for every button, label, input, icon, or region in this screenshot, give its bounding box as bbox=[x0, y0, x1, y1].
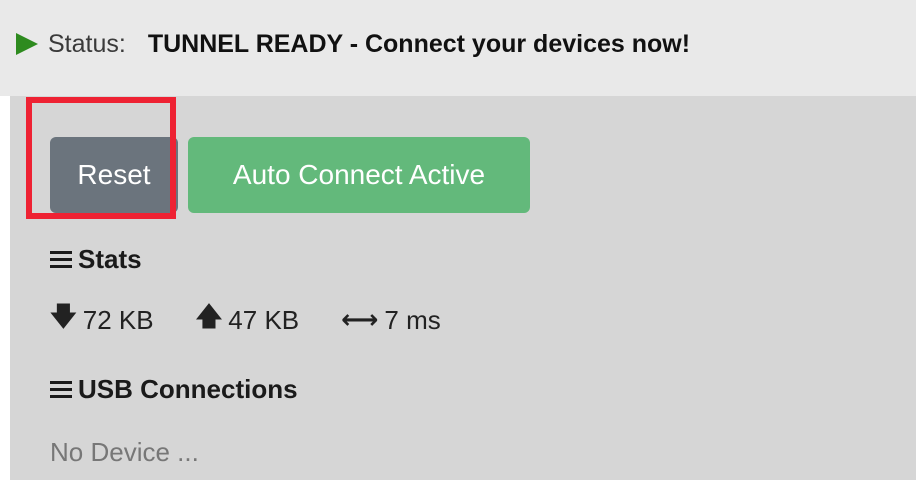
bars-icon bbox=[50, 380, 72, 398]
stats-row: 🡇 72 KB 🡅 47 KB ⟷ 7 ms bbox=[50, 300, 441, 340]
stat-upload: 🡅 47 KB bbox=[196, 298, 300, 342]
arrow-left-right-icon: ⟷ bbox=[341, 305, 379, 335]
status-label: Status: bbox=[48, 29, 126, 58]
status-value: TUNNEL READY - Connect your devices now! bbox=[147, 29, 691, 58]
arrow-up-icon: 🡅 bbox=[195, 302, 223, 332]
usb-heading: USB Connections bbox=[50, 372, 298, 406]
play-icon bbox=[16, 33, 38, 55]
stats-heading: Stats bbox=[50, 242, 142, 276]
status-line: Status: TUNNEL READY - Connect your devi… bbox=[16, 24, 690, 64]
stat-latency: ⟷ 7 ms bbox=[341, 305, 441, 336]
auto-connect-button[interactable]: Auto Connect Active bbox=[188, 137, 530, 213]
stats-title: Stats bbox=[78, 243, 142, 274]
arrow-down-icon: 🡇 bbox=[50, 302, 77, 332]
highlight-box bbox=[26, 97, 176, 219]
stat-download: 🡇 72 KB bbox=[50, 298, 154, 342]
download-value: 72 KB bbox=[82, 304, 154, 335]
upload-value: 47 KB bbox=[228, 304, 300, 335]
status-bar: Status: TUNNEL READY - Connect your devi… bbox=[0, 0, 916, 96]
latency-value: 7 ms bbox=[384, 304, 441, 335]
no-device-text: No Device ... bbox=[50, 436, 199, 467]
bars-icon bbox=[50, 250, 72, 268]
usb-title: USB Connections bbox=[78, 373, 298, 404]
